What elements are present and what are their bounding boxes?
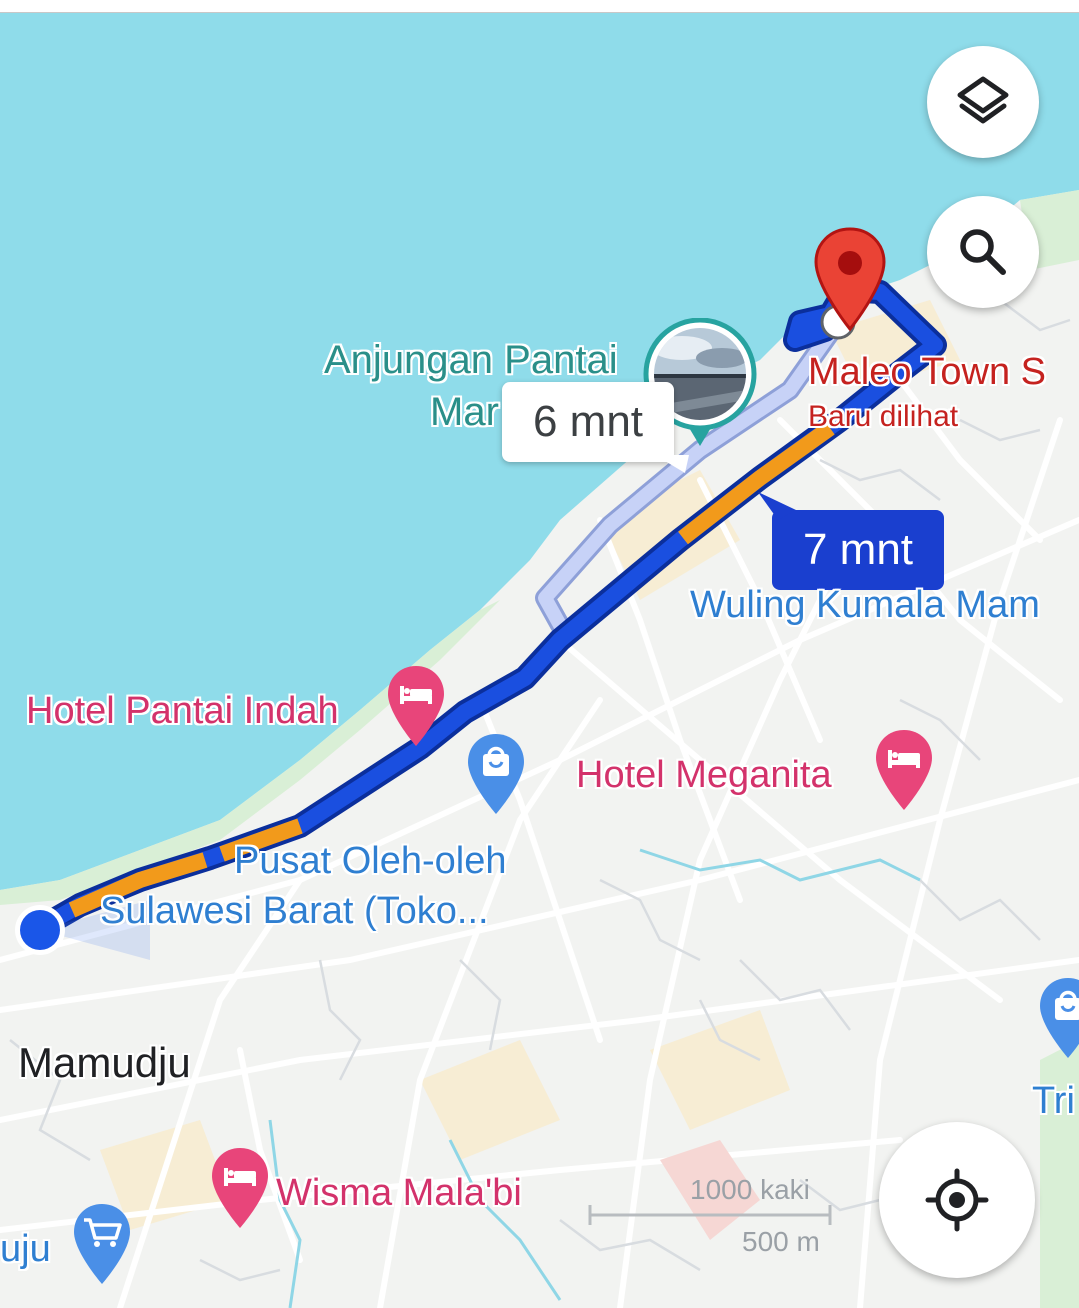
hotel-icon[interactable] [874,728,934,812]
main-bubble-tail [758,492,796,520]
shopping-bag-icon[interactable] [1038,976,1079,1060]
scale-label-meters: 500 m [742,1226,820,1257]
map-canvas[interactable] [0,0,1079,1308]
place-label-anjungan-line2[interactable]: Mar [430,392,499,432]
my-location-icon [925,1168,989,1232]
search-button[interactable] [927,196,1039,308]
layers-icon [957,76,1009,124]
place-label-anjungan[interactable]: Anjungan Pantai [324,340,618,380]
status-strip [0,0,1079,13]
hotel-icon[interactable] [386,664,446,748]
layers-button[interactable] [927,46,1039,158]
search-icon [960,229,1006,275]
place-label-hotel-meganita[interactable]: Hotel Meganita [576,756,832,794]
main-duration-text: 7 mnt [802,525,914,574]
my-location-button[interactable] [879,1122,1035,1278]
place-label-pusat-oleh-oleh[interactable]: Pusat Oleh-oleh [234,842,507,880]
place-label-hotel-pantai-indah[interactable]: Hotel Pantai Indah [26,692,339,730]
alt-duration-text: 6 mnt [532,397,644,446]
scale-label-feet: 1000 kaki [690,1174,810,1205]
alt-bubble-tail [655,455,689,473]
alt-route-duration[interactable]: 6 mnt [502,382,674,462]
place-label-wisma-malabi[interactable]: Wisma Mala'bi [276,1174,522,1212]
main-route-duration[interactable]: 7 mnt [772,510,944,590]
shopping-bag-icon[interactable] [466,732,526,816]
place-label-maleo[interactable]: Maleo Town S [808,353,1046,391]
destination-pin-icon[interactable] [812,225,888,335]
shopping-cart-icon[interactable] [72,1202,132,1286]
hotel-icon[interactable] [210,1146,270,1230]
place-sublabel-recent: Baru dilihat [808,400,959,433]
place-label-wuling[interactable]: Wuling Kumala Mam [690,586,1040,624]
place-label-pusat-oleh-oleh-line2[interactable]: Sulawesi Barat (Toko... [100,892,489,930]
place-label-partial-uju[interactable]: uju [0,1230,51,1268]
city-label-mamudju: Mamudju [18,1039,191,1086]
place-label-partial-tri[interactable]: Tri [1032,1082,1075,1120]
